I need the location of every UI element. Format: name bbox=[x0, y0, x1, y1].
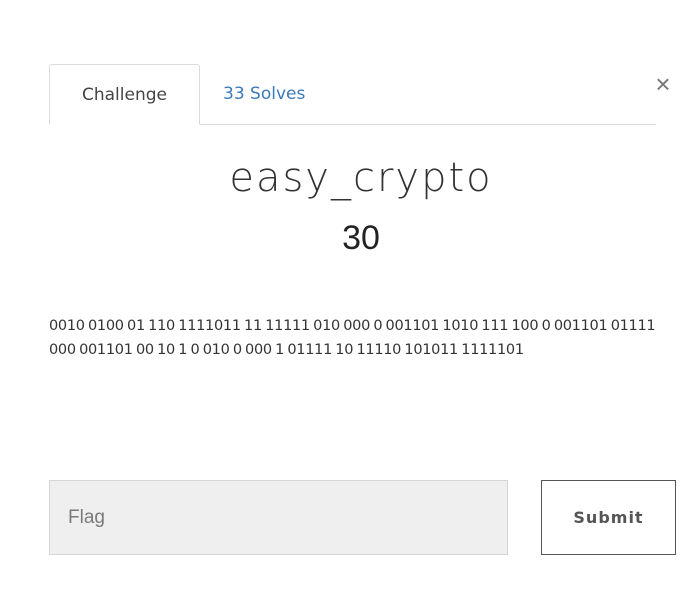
flag-input[interactable] bbox=[49, 480, 508, 555]
tab-challenge[interactable]: Challenge bbox=[49, 64, 200, 125]
close-icon[interactable]: × bbox=[651, 66, 675, 102]
tab-solves[interactable]: 33 Solves bbox=[223, 64, 305, 124]
challenge-points: 30 bbox=[342, 219, 380, 257]
challenge-modal: Challenge 33 Solves × easy_crypto 30 001… bbox=[0, 0, 700, 601]
challenge-description: 0010 0100 01 110 1111011 11 11111 010 00… bbox=[49, 318, 656, 358]
submit-button[interactable]: Submit bbox=[541, 480, 676, 555]
tab-bar: Challenge 33 Solves bbox=[49, 64, 656, 125]
challenge-title: easy_crypto bbox=[229, 155, 493, 201]
